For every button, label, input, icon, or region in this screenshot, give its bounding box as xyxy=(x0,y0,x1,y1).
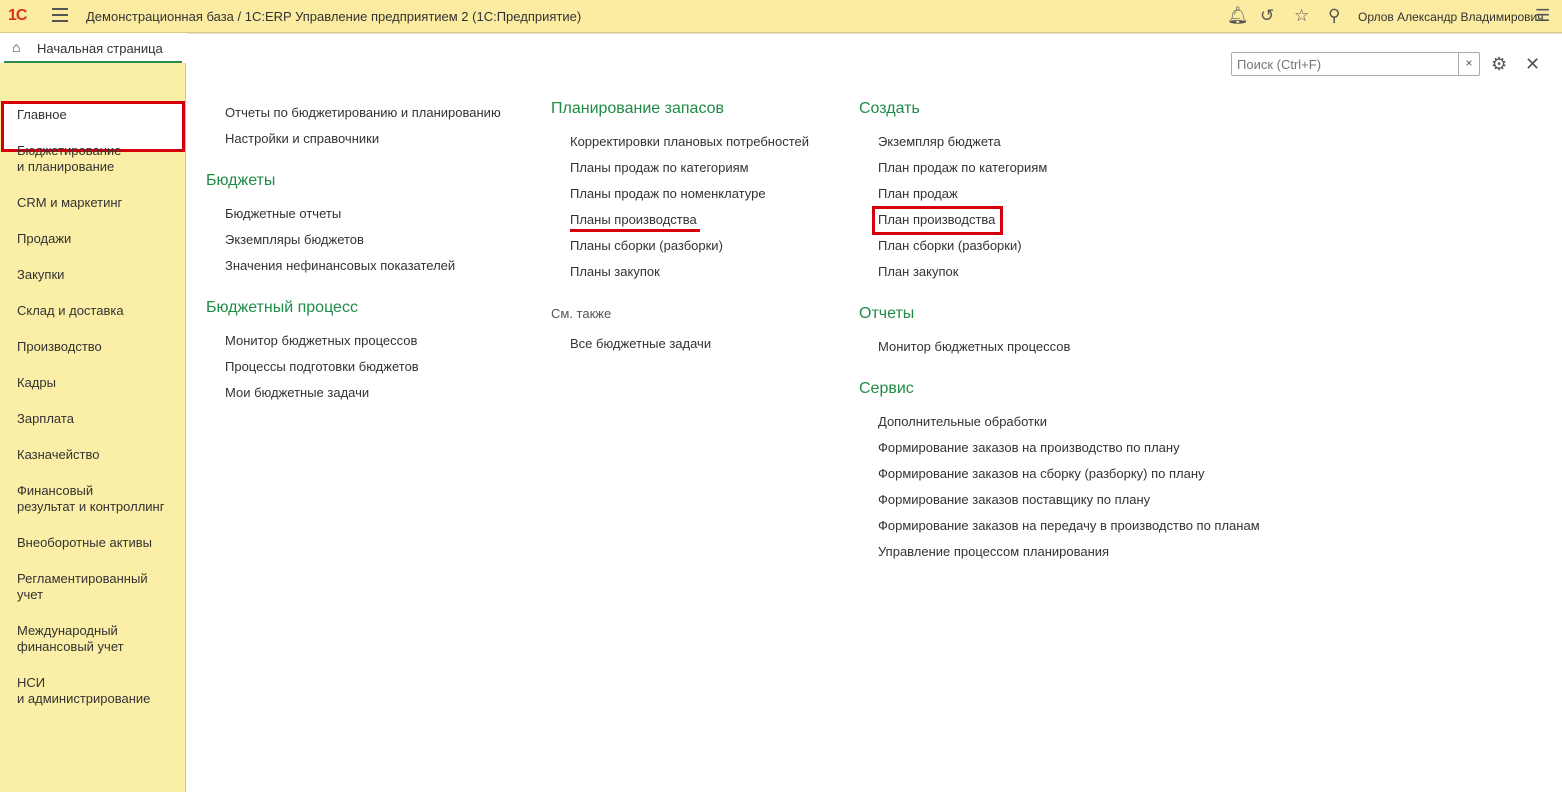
nav-link[interactable]: Планы сборки (разборки) xyxy=(570,238,723,253)
nav-link[interactable]: План продаж по категориям xyxy=(878,160,1047,175)
active-tab-underline xyxy=(4,61,182,63)
clear-search-button[interactable]: × xyxy=(1458,53,1479,75)
home-icon: ⌂ xyxy=(12,39,21,55)
history-icon[interactable]: ↺ xyxy=(1260,6,1274,26)
nav-link[interactable]: Все бюджетные задачи xyxy=(570,336,711,351)
section-heading: Создать xyxy=(859,100,920,117)
gear-icon[interactable]: ⚙ xyxy=(1491,54,1507,75)
nav-link[interactable]: Формирование заказов поставщику по плану xyxy=(878,492,1150,507)
nav-link[interactable]: Процессы подготовки бюджетов xyxy=(225,359,419,374)
nav-link[interactable]: Отчеты по бюджетированию и планированию xyxy=(225,105,501,120)
close-icon[interactable]: ✕ xyxy=(1525,54,1540,75)
sidebar-item[interactable]: Бюджетирование и планирование xyxy=(17,143,121,175)
nav-link[interactable]: Монитор бюджетных процессов xyxy=(878,339,1070,354)
top-bar: 1С Демонстрационная база / 1С:ERP Управл… xyxy=(0,0,1562,33)
nav-link[interactable]: Планы производства xyxy=(570,212,697,227)
search-field[interactable]: × xyxy=(1231,52,1480,76)
tab-home[interactable]: ⌂ Начальная страница xyxy=(0,33,186,63)
menu-icon[interactable] xyxy=(52,8,68,22)
bell-icon[interactable]: 🔔︎ xyxy=(1227,6,1249,26)
1c-logo[interactable]: 1С xyxy=(8,7,27,25)
annotation-underline xyxy=(570,229,700,232)
annotation-box xyxy=(872,206,1003,235)
sidebar-item[interactable]: Регламентированный учет xyxy=(17,571,148,603)
sidebar-item[interactable]: Международный финансовый учет xyxy=(17,623,124,655)
section-heading: Сервис xyxy=(859,380,914,397)
star-icon[interactable]: ☆ xyxy=(1294,6,1309,26)
nav-link[interactable]: План сборки (разборки) xyxy=(878,238,1022,253)
nav-link[interactable]: Управление процессом планирования xyxy=(878,544,1109,559)
search-icon[interactable]: ⚲ xyxy=(1328,6,1340,26)
sidebar-item[interactable]: Главное xyxy=(17,107,67,123)
sidebar-item[interactable]: Закупки xyxy=(17,267,64,283)
nav-link[interactable]: Планы продаж по категориям xyxy=(570,160,749,175)
nav-link[interactable]: Формирование заказов на передачу в произ… xyxy=(878,518,1260,533)
settings-menu-icon[interactable]: ☰ xyxy=(1535,6,1550,26)
nav-link[interactable]: Монитор бюджетных процессов xyxy=(225,333,417,348)
nav-link[interactable]: Настройки и справочники xyxy=(225,131,379,146)
sidebar-item[interactable]: Кадры xyxy=(17,375,56,391)
main-panel xyxy=(187,33,1562,792)
sidebar-item[interactable]: НСИ и администрирование xyxy=(17,675,150,707)
section-heading: Бюджеты xyxy=(206,172,276,189)
nav-link[interactable]: Мои бюджетные задачи xyxy=(225,385,369,400)
nav-link[interactable]: Дополнительные обработки xyxy=(878,414,1047,429)
section-heading: Бюджетный процесс xyxy=(206,299,358,316)
sidebar-item[interactable]: CRM и маркетинг xyxy=(17,195,122,211)
nav-link[interactable]: Значения нефинансовых показателей xyxy=(225,258,455,273)
sidebar-item[interactable]: Казначейство xyxy=(17,447,99,463)
sidebar-item[interactable]: Продажи xyxy=(17,231,71,247)
nav-link[interactable]: Планы закупок xyxy=(570,264,660,279)
nav-link[interactable]: Бюджетные отчеты xyxy=(225,206,341,221)
sidebar-item[interactable]: Зарплата xyxy=(17,411,74,427)
search-input[interactable] xyxy=(1232,53,1458,75)
user-name[interactable]: Орлов Александр Владимирович xyxy=(1358,10,1544,24)
sidebar-item[interactable]: Внеоборотные активы xyxy=(17,535,152,551)
section-subheading: См. также xyxy=(551,306,612,321)
nav-link[interactable]: Формирование заказов на производство по … xyxy=(878,440,1180,455)
nav-link[interactable]: Формирование заказов на сборку (разборку… xyxy=(878,466,1205,481)
sidebar-item[interactable]: Производство xyxy=(17,339,102,355)
section-heading: Планирование запасов xyxy=(551,100,725,117)
sidebar: ⌂ Начальная страница Главное Бюджетирован… xyxy=(0,33,186,792)
window-title: Демонстрационная база / 1С:ERP Управлени… xyxy=(86,9,582,24)
sidebar-item[interactable]: Финансовый результат и контроллинг xyxy=(17,483,164,515)
nav-link[interactable]: Планы продаж по номенклатуре xyxy=(570,186,766,201)
sidebar-item[interactable]: Склад и доставка xyxy=(17,303,124,319)
nav-link[interactable]: Экземпляры бюджетов xyxy=(225,232,364,247)
nav-link[interactable]: Корректировки плановых потребностей xyxy=(570,134,809,149)
nav-link[interactable]: Экземпляр бюджета xyxy=(878,134,1001,149)
tab-home-label: Начальная страница xyxy=(37,41,163,56)
nav-link[interactable]: План закупок xyxy=(878,264,958,279)
nav-link[interactable]: План продаж xyxy=(878,186,958,201)
section-heading: Отчеты xyxy=(859,305,915,322)
